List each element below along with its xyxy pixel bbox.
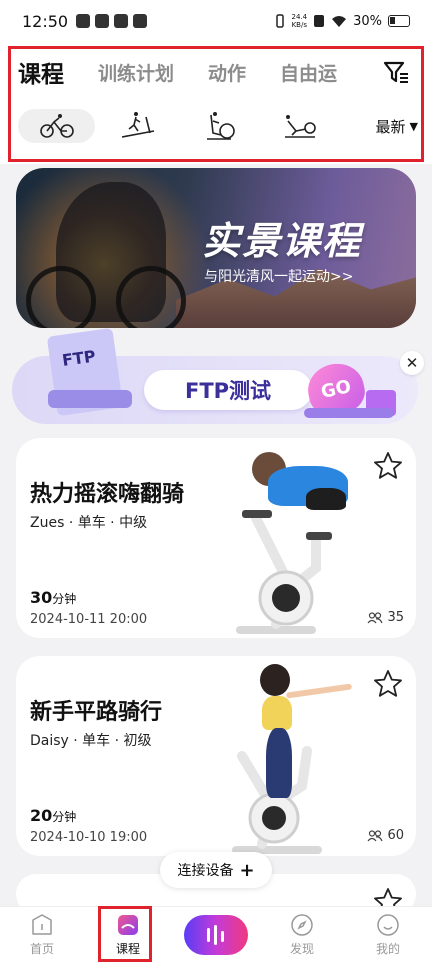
sort-dropdown[interactable]: 最新 ▼ [376,116,418,137]
courses-icon [118,915,138,935]
equalizer-icon [207,925,224,945]
course-duration: 30分钟 [30,588,76,607]
ftp-test-button[interactable]: FTP测试 [144,370,312,410]
category-elliptical[interactable] [180,109,257,143]
compass-icon [291,914,313,936]
sort-label: 最新 [375,117,406,136]
banner-wheel [116,266,186,328]
smiley-icon [377,914,399,936]
course-title: 热力摇滚嗨翻骑 [30,482,185,507]
course-meta: Daisy · 单车 · 初级 [30,733,152,749]
plus-icon: + [239,859,255,881]
instructor-top [262,696,292,730]
tiktok-icon [114,14,129,28]
spin-bike-illustration [236,510,332,634]
participant-count: 60 [367,828,404,843]
notification-icon [95,14,110,28]
notification-icon [76,14,91,28]
course-duration: 20分钟 [30,806,76,825]
users-icon [367,611,384,623]
nav-courses-label: 课程 [115,942,140,956]
battery-percent: 30% [353,13,382,29]
bike-icon [39,114,74,138]
start-workout-button[interactable] [184,915,248,955]
banner-subtitle[interactable]: 与阳光清风一起运动>> [204,266,353,286]
instructor-head [260,664,290,696]
banner-title: 实景课程 [202,219,363,263]
ftp-clipboard-base [48,390,132,408]
course-card[interactable]: 热力摇滚嗨翻骑 Zues · 单车 · 中级 30分钟 2024-10-11 2… [16,438,416,638]
banner-wheel [26,266,96,328]
nav-profile[interactable]: 我的 [358,913,418,957]
course-date: 2024-10-11 20:00 [30,612,148,627]
net-speed-unit: KB/s [291,21,307,29]
battery-icon [388,15,410,27]
scenic-course-banner[interactable]: 实景课程 与阳光清风一起运动>> [16,168,416,328]
category-bike[interactable] [18,109,95,143]
users-icon [367,829,384,841]
home-icon [32,914,52,935]
ftp-test-banner[interactable]: FTP FTP测试 GO [12,327,418,424]
nav-home-label: 首页 [29,942,54,956]
network-speed: 24.4 KB/s [292,13,308,29]
rowing-icon [284,115,316,138]
top-tabs: 课程 训练计划 动作 自由运 [18,54,372,90]
connect-device-button[interactable]: 连接设备 + [160,852,272,888]
elliptical-icon [206,112,235,140]
participant-value: 35 [387,610,404,625]
tab-moves[interactable]: 动作 [208,59,246,86]
heart-go-label: GO [319,375,353,403]
net-speed-value: 24.4 [291,13,308,21]
sim-icon [314,15,325,27]
ftp-podium [304,408,394,418]
nav-courses[interactable]: 课程 [98,913,158,957]
course-title: 新手平路骑行 [30,700,163,725]
tab-free-workout[interactable]: 自由运 [280,59,337,86]
status-time: 12:50 [22,11,69,31]
caret-down-icon: ▼ [409,119,418,133]
category-treadmill[interactable] [99,109,176,143]
star-icon[interactable] [372,668,404,700]
vibrate-icon [275,14,284,28]
bottom-nav: 首页 课程 发现 我的 [0,906,432,964]
nav-discover[interactable]: 发现 [272,913,332,957]
instructor-shorts [306,488,346,510]
close-icon[interactable]: ✕ [400,351,424,375]
duration-value: 20 [30,806,53,825]
category-rowing[interactable] [261,109,338,143]
status-right: 24.4 KB/s 30% [274,13,410,29]
nav-profile-label: 我的 [375,942,400,956]
connect-device-label: 连接设备 [177,863,234,879]
star-icon[interactable] [372,450,404,482]
course-meta: Zues · 单车 · 中级 [30,515,148,531]
treadmill-icon [121,112,154,138]
duration-unit: 分钟 [52,592,77,606]
tab-training-plan[interactable]: 训练计划 [98,59,174,86]
ftp-doc-label: FTP [60,346,97,370]
message-icon [133,14,148,28]
duration-unit: 分钟 [52,810,77,824]
status-bar: 12:50 24.4 KB/s 30% [0,0,432,42]
wifi-icon [332,15,347,27]
notification-icons [76,14,148,28]
instructor-arm [285,683,353,699]
course-header: 课程 训练计划 动作 自由运 最新 ▼ [0,42,432,164]
duration-value: 30 [30,588,53,607]
participant-value: 60 [387,828,404,843]
equipment-categories: 最新 ▼ [18,106,418,146]
nav-discover-label: 发现 [289,942,314,956]
course-date: 2024-10-10 19:00 [30,830,148,845]
participant-count: 35 [367,610,404,625]
course-card[interactable]: 新手平路骑行 Daisy · 单车 · 初级 20分钟 2024-10-10 1… [16,656,416,856]
instructor-leggings [266,728,292,798]
nav-home[interactable]: 首页 [12,913,72,957]
filter-icon[interactable] [382,58,410,86]
tab-courses[interactable]: 课程 [18,55,64,89]
